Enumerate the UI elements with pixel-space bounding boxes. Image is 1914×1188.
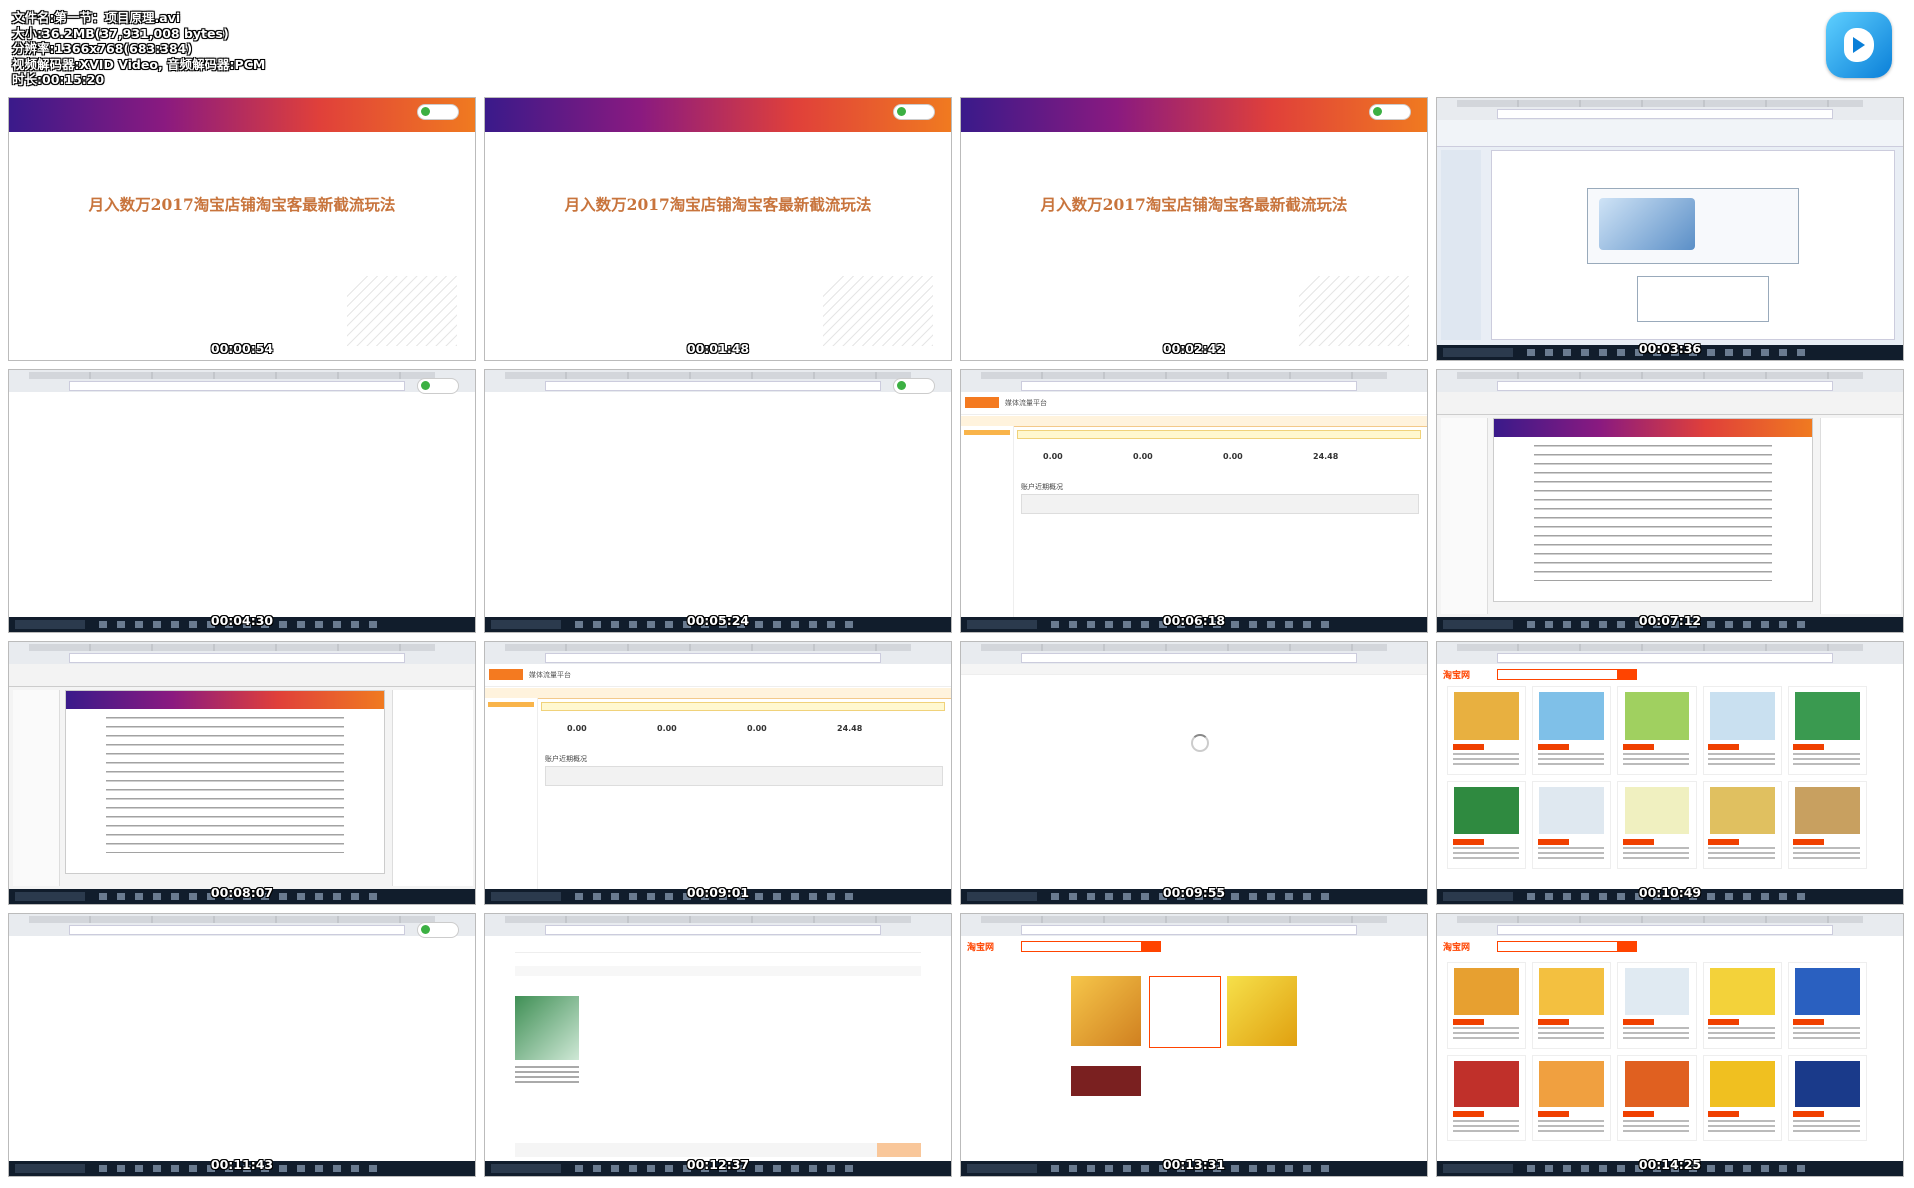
timestamp: 00:03:36 bbox=[1638, 341, 1702, 356]
stat-value: 24.48 bbox=[837, 724, 863, 733]
thumbnail-10[interactable]: 媒体流量平台 0.00 0.00 0.00 24.48 账户近期概况 00:09… bbox=[484, 641, 952, 905]
file-codec: 视频解码器:XVID Video, 音频解码器:PCM bbox=[12, 56, 266, 72]
dashboard-title: 媒体流量平台 bbox=[529, 671, 571, 679]
file-duration: 时长:00:15:20 bbox=[12, 72, 105, 87]
slide-frame: 月入数万2017淘宝店铺淘宝客最新截流玩法 bbox=[9, 98, 475, 360]
thumbnail-7[interactable]: 媒体流量平台 0.00 0.00 0.00 24.48 账户近期概况 00:06… bbox=[960, 369, 1428, 633]
timestamp: 00:14:25 bbox=[1638, 1157, 1702, 1172]
timestamp: 00:13:31 bbox=[1162, 1157, 1226, 1172]
timestamp: 00:04:30 bbox=[210, 613, 274, 628]
badge-icon bbox=[417, 922, 459, 938]
taobao-logo: 淘宝网 bbox=[1443, 671, 1471, 681]
timestamp: 00:00:54 bbox=[210, 341, 274, 356]
timestamp: 00:09:55 bbox=[1162, 885, 1226, 900]
timestamp: 00:11:43 bbox=[210, 1157, 274, 1172]
badge-icon bbox=[417, 104, 459, 120]
timestamp: 00:01:48 bbox=[686, 341, 750, 356]
file-name: 文件名:第一节：项目原理.avi bbox=[12, 10, 181, 25]
stat-value: 0.00 bbox=[1133, 452, 1153, 461]
dashboard-title: 媒体流量平台 bbox=[1005, 399, 1047, 407]
stat-value: 0.00 bbox=[567, 724, 587, 733]
file-info: 文件名:第一节：项目原理.avi 大小:36.2MB(37,931,008 by… bbox=[12, 10, 265, 88]
thumbnail-4[interactable]: 00:03:36 bbox=[1436, 97, 1904, 361]
thumbnail-14[interactable]: 00:12:37 bbox=[484, 913, 952, 1177]
slide-title: 月入数万2017淘宝店铺淘宝客最新截流玩法 bbox=[564, 195, 872, 214]
thumbnail-13[interactable]: 00:11:43 bbox=[8, 913, 476, 1177]
stat-value: 0.00 bbox=[1223, 452, 1243, 461]
file-size: 大小:36.2MB(37,931,008 bytes) bbox=[12, 25, 229, 41]
stat-value: 0.00 bbox=[657, 724, 677, 733]
slide-title: 月入数万2017淘宝店铺淘宝客最新截流玩法 bbox=[1040, 195, 1348, 214]
thumbnail-16[interactable]: 淘宝网 00:14:25 bbox=[1436, 913, 1904, 1177]
thumbnail-5[interactable]: 00:04:30 bbox=[8, 369, 476, 633]
timestamp: 00:08:07 bbox=[210, 885, 274, 900]
taobao-logo: 淘宝网 bbox=[1443, 943, 1471, 953]
thumbnail-9[interactable]: 00:08:07 bbox=[8, 641, 476, 905]
slide-frame: 月入数万2017淘宝店铺淘宝客最新截流玩法 bbox=[961, 98, 1427, 360]
timestamp: 00:07:12 bbox=[1638, 613, 1702, 628]
thumbnail-6[interactable]: 00:05:24 bbox=[484, 369, 952, 633]
player-logo-icon bbox=[1826, 12, 1892, 78]
stat-value: 24.48 bbox=[1313, 452, 1339, 461]
badge-icon bbox=[1369, 104, 1411, 120]
badge-icon bbox=[417, 378, 459, 394]
thumbnail-8[interactable]: 00:07:12 bbox=[1436, 369, 1904, 633]
timestamp: 00:02:42 bbox=[1162, 341, 1226, 356]
thumbnail-11[interactable]: 00:09:55 bbox=[960, 641, 1428, 905]
stat-value: 0.00 bbox=[1043, 452, 1063, 461]
thumbnail-3[interactable]: 月入数万2017淘宝店铺淘宝客最新截流玩法 00:02:42 bbox=[960, 97, 1428, 361]
badge-icon bbox=[893, 378, 935, 394]
thumbnail-15[interactable]: 淘宝网 00:13:31 bbox=[960, 913, 1428, 1177]
section-title: 账户近期概况 bbox=[545, 755, 587, 763]
timestamp: 00:12:37 bbox=[686, 1157, 750, 1172]
file-resolution: 分辨率:1366x768(683:384) bbox=[12, 41, 193, 56]
stat-value: 0.00 bbox=[747, 724, 767, 733]
slide-frame: 月入数万2017淘宝店铺淘宝客最新截流玩法 bbox=[485, 98, 951, 360]
taobao-logo: 淘宝网 bbox=[967, 943, 995, 953]
section-title: 账户近期概况 bbox=[1021, 483, 1063, 491]
thumbnail-1[interactable]: 月入数万2017淘宝店铺淘宝客最新截流玩法 00:00:54 bbox=[8, 97, 476, 361]
badge-icon bbox=[893, 104, 935, 120]
thumbnail-2[interactable]: 月入数万2017淘宝店铺淘宝客最新截流玩法 00:01:48 bbox=[484, 97, 952, 361]
timestamp: 00:06:18 bbox=[1162, 613, 1226, 628]
slide-title: 月入数万2017淘宝店铺淘宝客最新截流玩法 bbox=[88, 195, 396, 214]
timestamp: 00:09:01 bbox=[686, 885, 750, 900]
timestamp: 00:10:49 bbox=[1638, 885, 1702, 900]
timestamp: 00:05:24 bbox=[686, 613, 750, 628]
thumbnail-12[interactable]: 淘宝网 00:10:49 bbox=[1436, 641, 1904, 905]
